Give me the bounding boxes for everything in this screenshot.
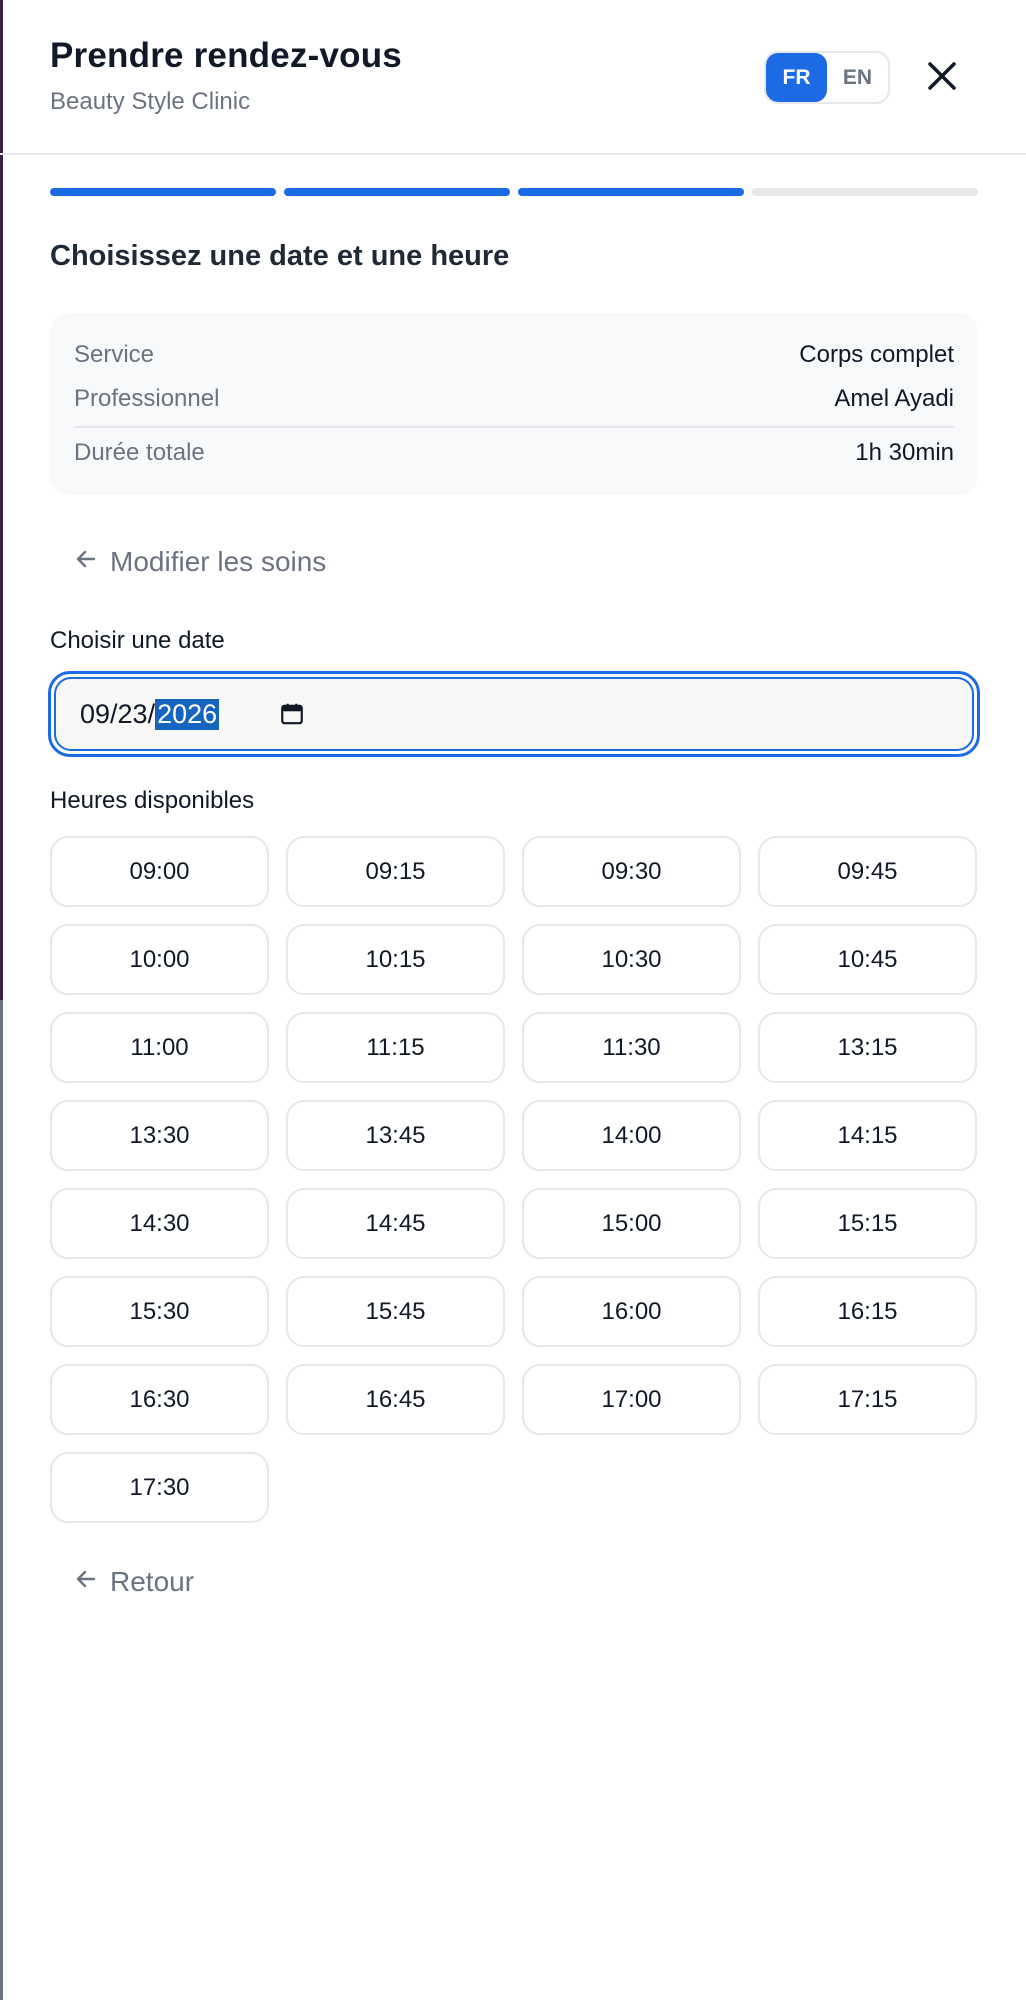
progress-step-3 [518, 188, 744, 196]
language-fr-button[interactable]: FR [766, 53, 827, 102]
available-hours-label: Heures disponibles [50, 787, 255, 814]
duration-label: Durée totale [74, 439, 205, 466]
time-slot-button[interactable]: 16:30 [50, 1364, 269, 1435]
summary-row-service: Service Corps complet [74, 341, 954, 369]
modify-services-label: Modifier les soins [110, 546, 327, 577]
time-slot-button[interactable]: 14:15 [758, 1100, 977, 1171]
time-slot-button[interactable]: 10:45 [758, 924, 977, 995]
progress-step-2 [284, 188, 510, 196]
summary-row-professional: Professionnel Amel Ayadi [74, 385, 954, 413]
service-value: Corps complet [799, 341, 954, 368]
back-link[interactable]: Retour [74, 1566, 194, 1598]
language-en-button[interactable]: EN [827, 53, 888, 102]
time-slot-button[interactable]: 11:30 [522, 1012, 741, 1083]
time-slot-button[interactable]: 10:15 [286, 924, 505, 995]
date-input[interactable]: 09/23/2026 [48, 671, 980, 757]
time-slot-button[interactable]: 14:45 [286, 1188, 505, 1259]
professional-label: Professionnel [74, 385, 220, 412]
time-slot-button[interactable]: 09:45 [758, 836, 977, 907]
time-slot-button[interactable]: 15:00 [522, 1188, 741, 1259]
time-slot-button[interactable]: 16:15 [758, 1276, 977, 1347]
step-progress [50, 188, 978, 196]
time-slot-button[interactable]: 17:15 [758, 1364, 977, 1435]
language-switcher: FR EN [764, 51, 890, 104]
arrow-left-icon [74, 546, 98, 578]
time-slot-button[interactable]: 10:00 [50, 924, 269, 995]
service-label: Service [74, 341, 155, 368]
arrow-left-icon [74, 1566, 98, 1598]
progress-step-4 [752, 188, 978, 196]
time-slot-button[interactable]: 11:00 [50, 1012, 269, 1083]
time-slot-button[interactable]: 14:30 [50, 1188, 269, 1259]
time-slot-button[interactable]: 17:00 [522, 1364, 741, 1435]
date-year-selected[interactable]: 2026 [155, 698, 220, 730]
calendar-icon[interactable] [279, 701, 305, 727]
time-slot-button[interactable]: 15:45 [286, 1276, 505, 1347]
date-month-day[interactable]: 09/23/ [80, 699, 155, 730]
time-slot-button[interactable]: 13:30 [50, 1100, 269, 1171]
time-slot-button[interactable]: 15:15 [758, 1188, 977, 1259]
time-slot-button[interactable]: 11:15 [286, 1012, 505, 1083]
close-icon[interactable] [922, 56, 962, 96]
step-title: Choisissez une date et une heure [50, 240, 510, 272]
booking-summary: Service Corps complet Professionnel Amel… [50, 313, 978, 495]
time-slot-button[interactable]: 13:15 [758, 1012, 977, 1083]
clinic-name: Beauty Style Clinic [50, 88, 251, 115]
back-label: Retour [110, 1566, 195, 1597]
time-slot-button[interactable]: 15:30 [50, 1276, 269, 1347]
date-label: Choisir une date [50, 627, 225, 654]
progress-step-1 [50, 188, 276, 196]
left-edge-border [0, 0, 3, 2000]
time-slot-button[interactable]: 17:30 [50, 1452, 269, 1523]
time-slot-button[interactable]: 09:15 [286, 836, 505, 907]
professional-value: Amel Ayadi [834, 385, 954, 412]
time-slot-button[interactable]: 16:00 [522, 1276, 741, 1347]
page-title: Prendre rendez-vous [50, 36, 402, 75]
time-slot-button[interactable]: 09:00 [50, 836, 269, 907]
modal-header: Prendre rendez-vous Beauty Style Clinic … [0, 0, 1026, 155]
time-slot-button[interactable]: 16:45 [286, 1364, 505, 1435]
summary-divider [74, 426, 954, 428]
time-slot-grid: 09:00 09:15 09:30 09:45 10:00 10:15 10:30 10:45… [50, 836, 978, 1523]
time-slot-button[interactable]: 13:45 [286, 1100, 505, 1171]
time-slot-button[interactable]: 09:30 [522, 836, 741, 907]
modify-services-link[interactable]: Modifier les soins [74, 546, 326, 578]
time-slot-button[interactable]: 14:00 [522, 1100, 741, 1171]
time-slot-button[interactable]: 10:30 [522, 924, 741, 995]
duration-value: 1h 30min [855, 439, 954, 466]
summary-row-duration: Durée totale 1h 30min [74, 439, 954, 467]
